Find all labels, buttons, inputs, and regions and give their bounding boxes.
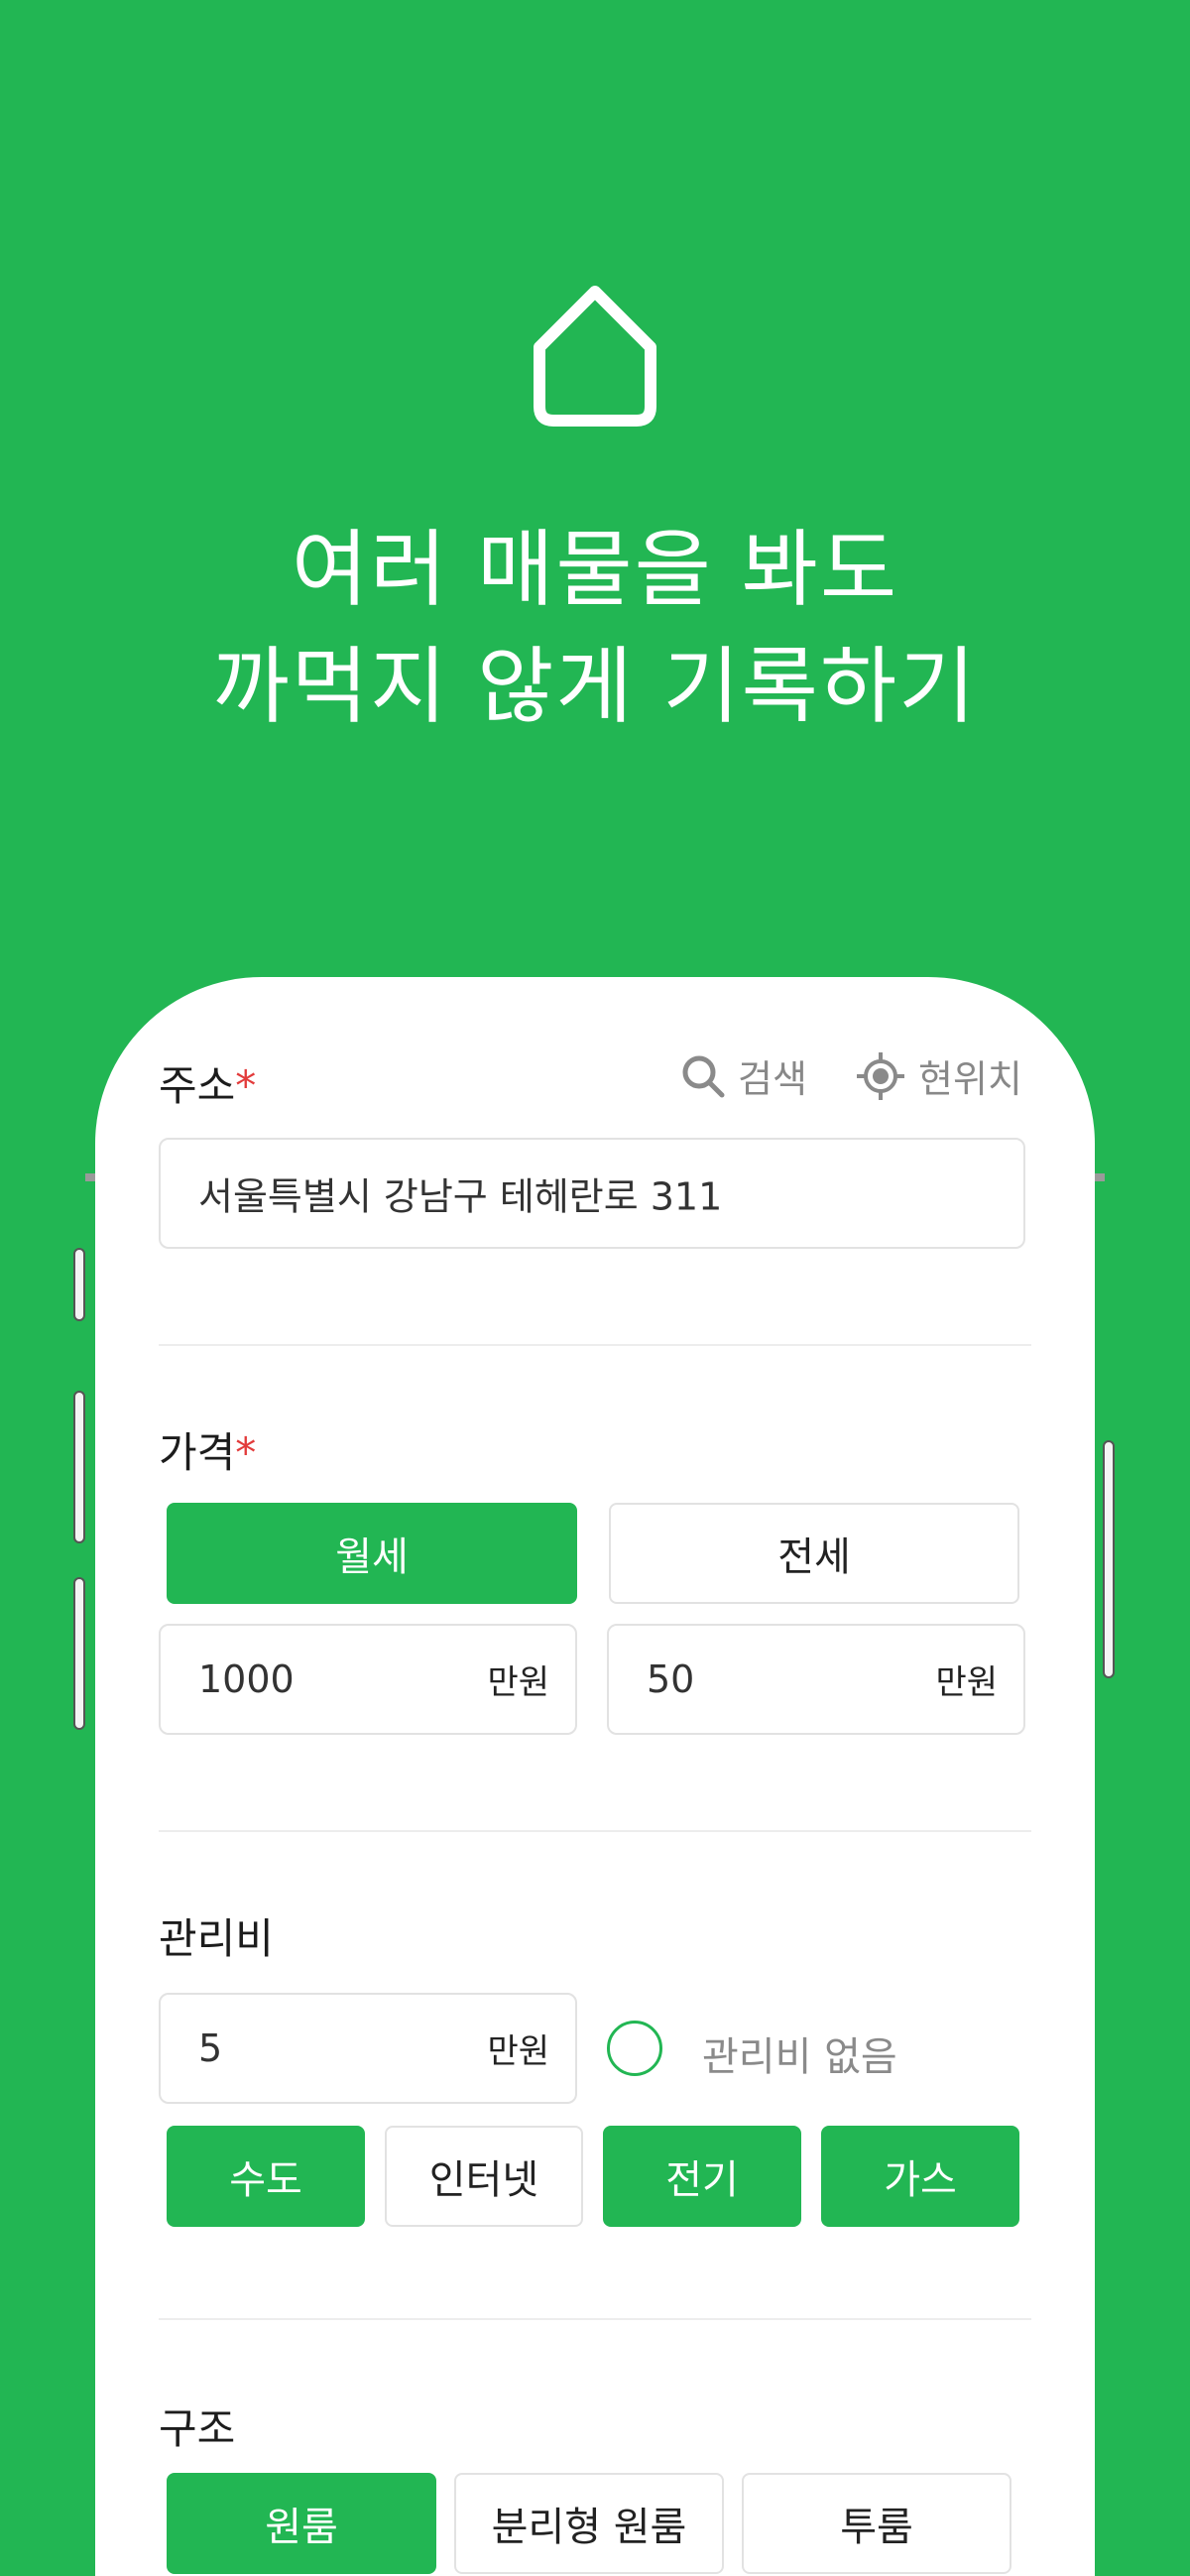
address-value: 서울특별시 강남구 테헤란로 311: [198, 1174, 723, 1219]
deposit-input[interactable]: 1000 만원: [159, 1624, 577, 1735]
utility-electricity-button[interactable]: 전기: [603, 2126, 801, 2227]
divider: [159, 1830, 1031, 1832]
address-input[interactable]: 서울특별시 강남구 테헤란로 311: [159, 1138, 1025, 1249]
headline-line-1: 여러 매물을 봐도: [291, 521, 899, 618]
rent-input[interactable]: 50 만원: [607, 1624, 1025, 1735]
structure-studio-button[interactable]: 원룸: [167, 2473, 436, 2574]
divider: [159, 2318, 1031, 2320]
required-mark: *: [235, 1061, 257, 1110]
current-location-icon: [857, 1051, 904, 1100]
house-outline-icon: [534, 286, 656, 427]
search-icon: [682, 1055, 725, 1097]
current-location-label: 현위치: [918, 1057, 1022, 1101]
utility-gas-button[interactable]: 가스: [821, 2126, 1019, 2227]
no-maintenance-radio[interactable]: [607, 2021, 662, 2076]
maintenance-input[interactable]: 5 만원: [159, 1993, 577, 2104]
current-location-button[interactable]: 현위치: [855, 1048, 1022, 1103]
address-label: 주소*: [159, 1061, 257, 1110]
structure-two-room-button[interactable]: 투룸: [742, 2473, 1012, 2574]
rent-value: 50: [647, 1657, 695, 1701]
maintenance-unit: 만원: [487, 2031, 549, 2072]
headline-line-2: 까먹지 않게 기록하기: [212, 638, 978, 735]
deposit-unit: 만원: [487, 1662, 549, 1703]
phone-power-button: [1103, 1440, 1115, 1678]
phone-volume-up-button: [73, 1391, 85, 1543]
search-button[interactable]: 검색: [680, 1048, 807, 1103]
tab-monthly-rent[interactable]: 월세: [167, 1503, 577, 1604]
structure-separated-studio-button[interactable]: 분리형 원룸: [454, 2473, 724, 2574]
structure-label: 구조: [159, 2404, 236, 2453]
deposit-value: 1000: [198, 1657, 295, 1701]
utility-internet-button[interactable]: 인터넷: [385, 2126, 583, 2227]
divider: [159, 1344, 1031, 1346]
search-label: 검색: [738, 1057, 807, 1101]
phone-screen: 주소* 검색 현위치 서울특별시 강남구 테헤란로 311 가격* 월세 전세 …: [95, 977, 1095, 2576]
headline: 여러 매물을 봐도 까먹지 않게 기록하기: [0, 511, 1190, 745]
utility-water-button[interactable]: 수도: [167, 2126, 365, 2227]
price-label: 가격*: [159, 1428, 257, 1477]
phone-mute-switch: [73, 1248, 85, 1321]
maintenance-label: 관리비: [159, 1914, 274, 1963]
maintenance-value: 5: [198, 2026, 223, 2070]
tab-jeonse[interactable]: 전세: [609, 1503, 1019, 1604]
rent-unit: 만원: [935, 1662, 998, 1703]
no-maintenance-label[interactable]: 관리비 없음: [702, 2024, 897, 2082]
phone-volume-down-button: [73, 1577, 85, 1730]
required-mark: *: [235, 1428, 257, 1477]
